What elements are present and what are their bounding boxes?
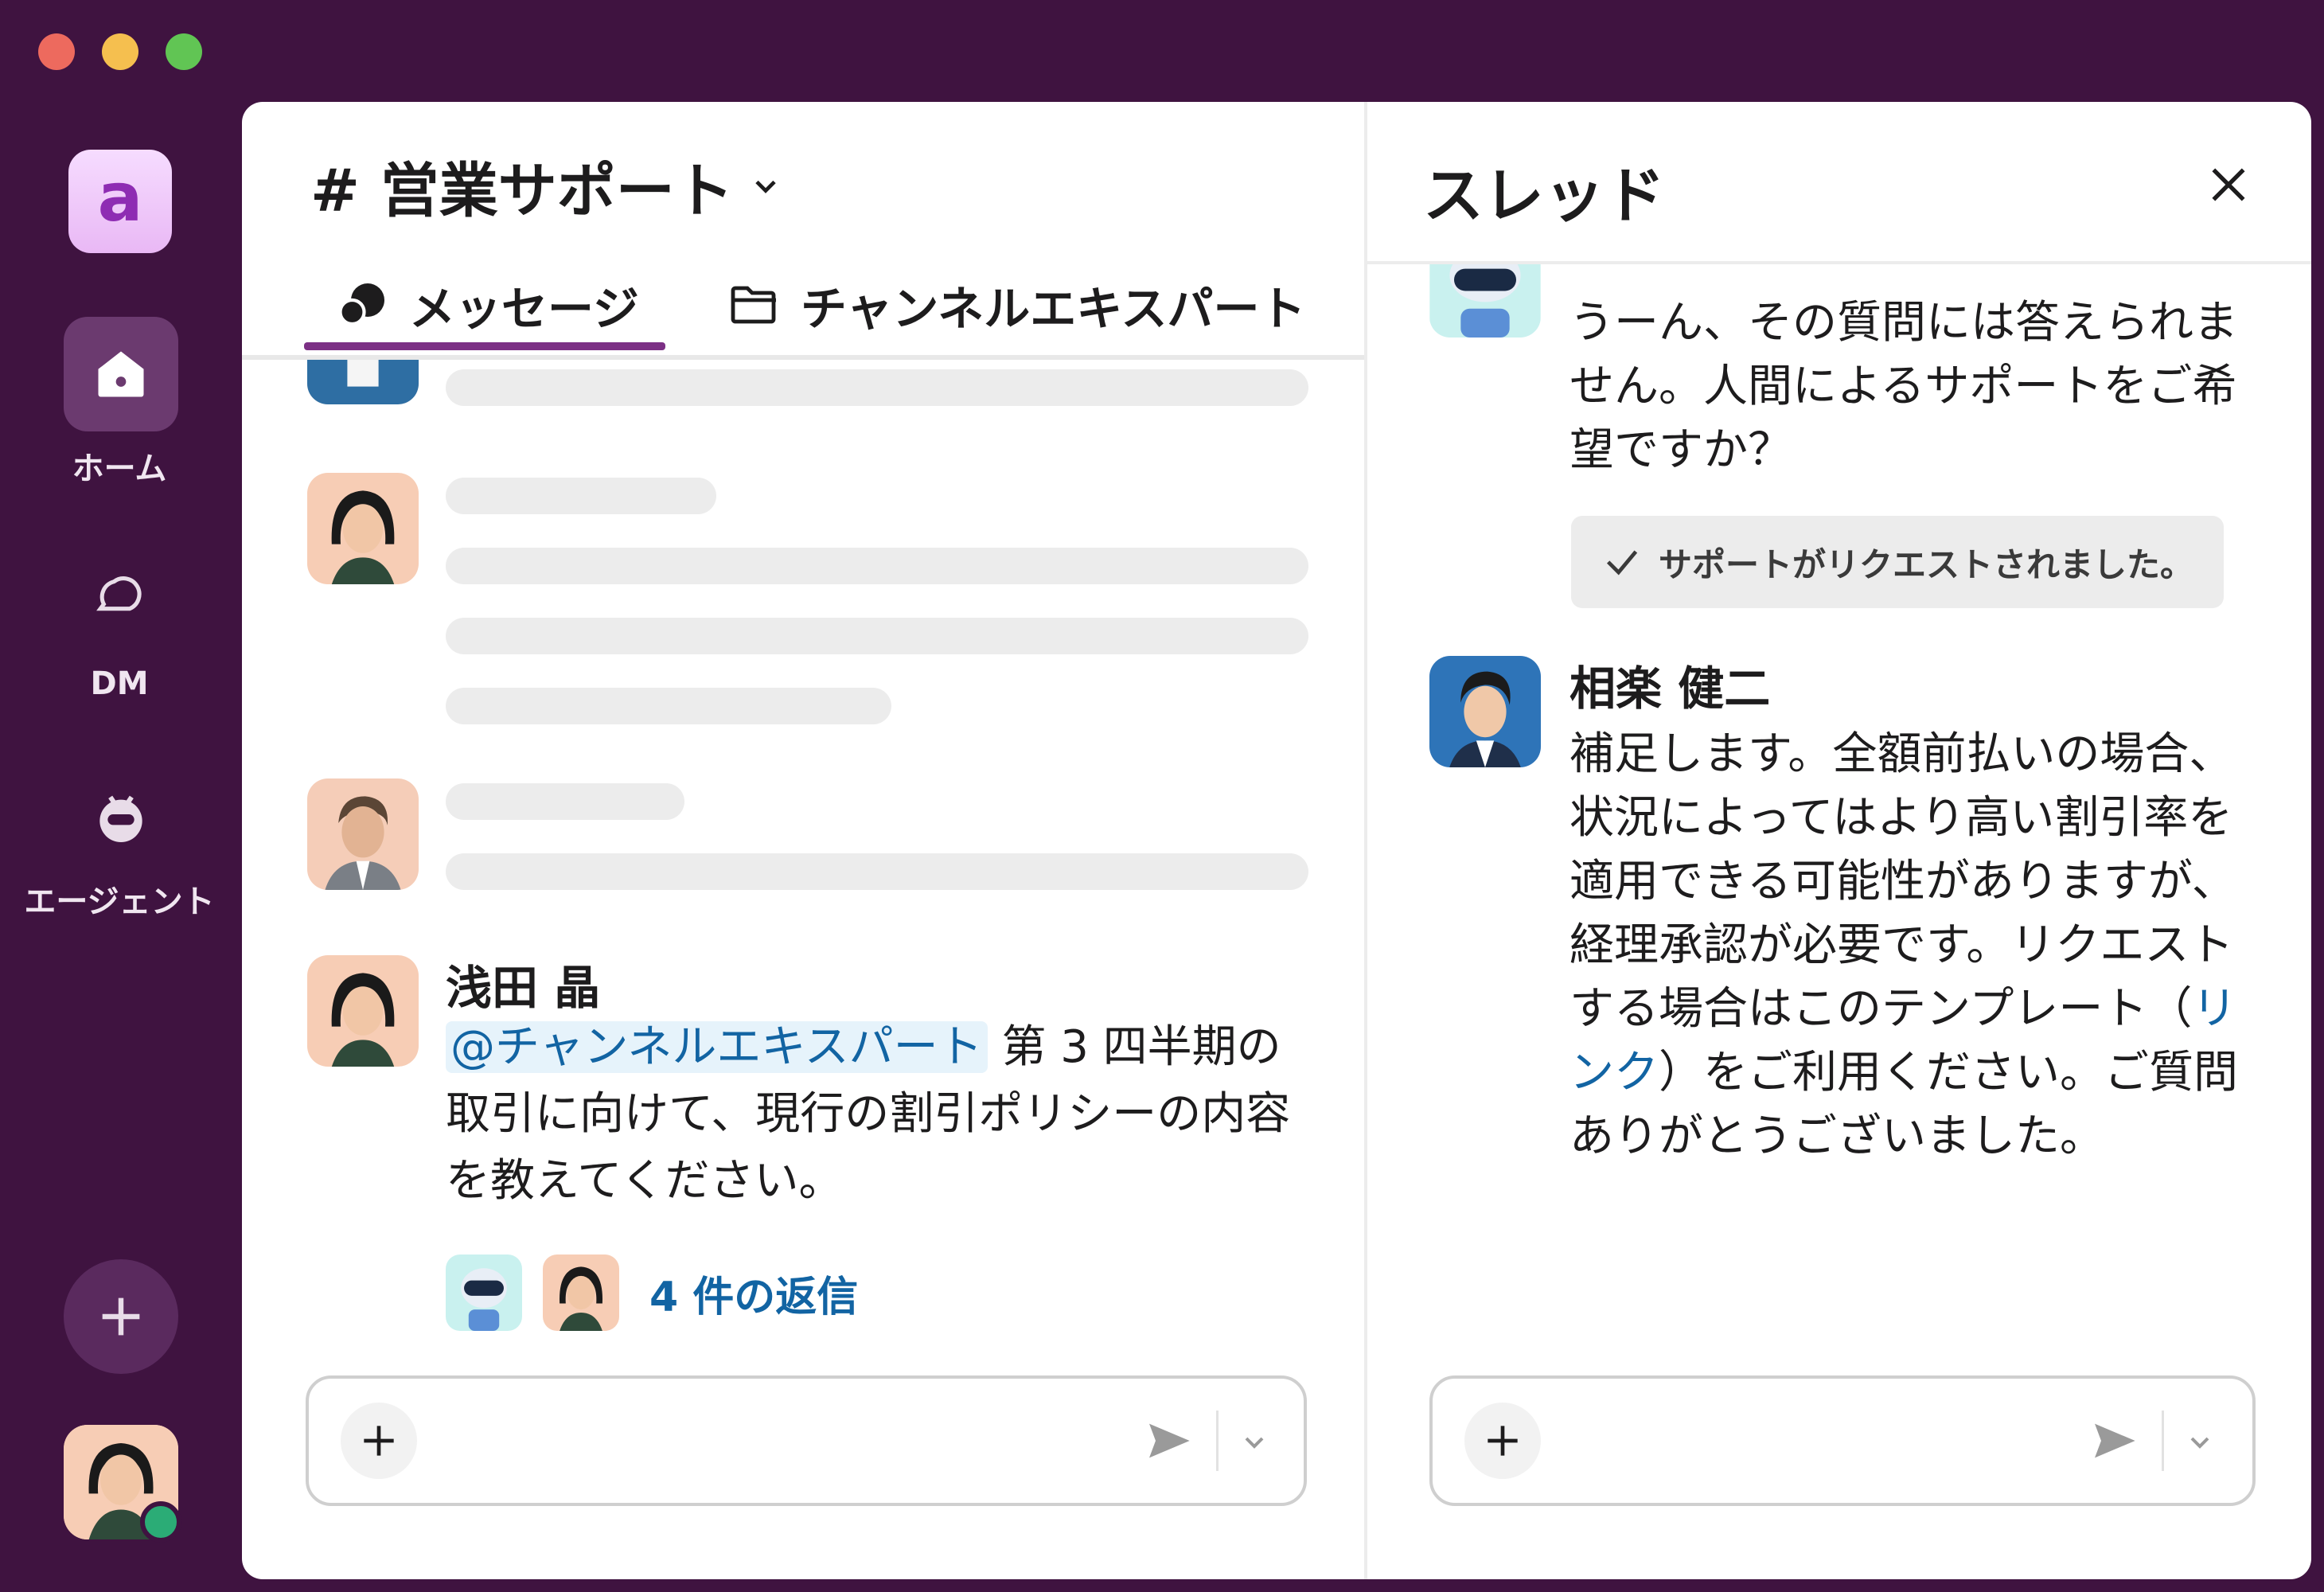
message-composer[interactable] — [306, 1375, 1307, 1506]
tab-channel-expert[interactable]: チャンネルエキスパート — [726, 269, 1306, 341]
thread-composer[interactable] — [1429, 1375, 2256, 1506]
tab-channel-expert-label: チャンネルエキスパート — [801, 282, 1306, 336]
message-author-avatar[interactable] — [307, 955, 419, 1067]
chevron-down-icon[interactable] — [2184, 1426, 2216, 1458]
home-icon — [98, 351, 144, 397]
window-minimize-button[interactable] — [102, 33, 138, 70]
support-requested-label: サポートがリクエストされました。 — [1659, 544, 2194, 584]
main-window: # 営業サポート メッセージ チャンネルエキスパート 浅田 晶 @チャンネルエキ… — [242, 102, 2311, 1579]
reply-author-avatar[interactable] — [1429, 656, 1541, 767]
sidebar-item-dm[interactable] — [88, 562, 154, 629]
channel-title: # 営業サポート — [310, 157, 734, 225]
plus-icon — [1488, 1426, 1518, 1456]
loading-placeholder — [446, 853, 1308, 890]
window-close-button[interactable] — [38, 33, 75, 70]
agent-icon — [99, 795, 142, 842]
plus-icon — [364, 1426, 394, 1456]
thread-replies[interactable]: 4 件の返信 — [446, 1254, 858, 1331]
workspace-logo[interactable]: a — [68, 150, 172, 253]
sidebar-item-dm-label: DM — [90, 665, 149, 702]
reply-avatar-user — [543, 1254, 619, 1331]
loading-placeholder — [446, 478, 716, 514]
loading-placeholder — [446, 548, 1308, 584]
close-icon[interactable] — [2203, 159, 2254, 210]
dm-icon — [96, 576, 142, 611]
folder-icon — [731, 286, 776, 324]
bot-avatar — [1429, 264, 1541, 338]
message-text: @チャンネルエキスパート 第 3 四半期の取引に向けて、現行の割引ポリシーの内容… — [446, 1014, 1313, 1215]
channel-title-button[interactable]: # 営業サポート — [310, 143, 783, 228]
support-requested-status: サポートがリクエストされました。 — [1571, 516, 2225, 608]
channel-pane: # 営業サポート メッセージ チャンネルエキスパート 浅田 晶 @チャンネルエキ… — [242, 102, 1364, 1579]
avatar — [307, 778, 419, 890]
sidebar-item-home-label: ホーム — [72, 451, 167, 487]
thread-title: スレッド — [1423, 160, 1665, 231]
composer-separator — [2162, 1411, 2164, 1471]
loading-placeholder — [446, 688, 891, 724]
bot-message: うーん、その質問には答えられません。人間によるサポートをご希望ですか？ — [1569, 297, 2238, 476]
add-workspace-button[interactable] — [64, 1259, 178, 1374]
composer-separator — [1216, 1411, 1219, 1471]
sidebar-item-agent-label: エージェント — [24, 884, 215, 920]
reply-avatar-bot — [446, 1254, 522, 1331]
active-tab-indicator — [304, 342, 665, 350]
replies-count-link[interactable]: 4 件の返信 — [649, 1263, 858, 1323]
loading-placeholder — [446, 618, 1308, 654]
window-zoom-button[interactable] — [166, 33, 202, 70]
reply-text-before: 補足します。全額前払いの場合、状況によってはより高い割引率を適用できる可能性があ… — [1569, 728, 2236, 1035]
reply-author-name[interactable]: 相楽 健二 — [1569, 651, 1770, 718]
workspace-logo-letter: a — [97, 158, 143, 236]
sidebar-item-home[interactable] — [64, 317, 178, 431]
loading-placeholder — [446, 783, 684, 820]
mention-channel-expert[interactable]: @チャンネルエキスパート — [446, 1021, 988, 1073]
check-icon — [1606, 550, 1638, 576]
chevron-down-icon[interactable] — [1238, 1426, 1270, 1458]
tab-messages[interactable]: メッセージ — [334, 269, 639, 341]
send-icon[interactable] — [1141, 1415, 1195, 1466]
composer-add-button[interactable] — [341, 1403, 417, 1479]
plus-icon — [102, 1297, 140, 1336]
loading-placeholder — [446, 369, 1308, 406]
presence-indicator — [140, 1501, 181, 1543]
user-avatar[interactable] — [64, 1425, 181, 1543]
tab-messages-label: メッセージ — [409, 282, 639, 336]
avatar — [307, 473, 419, 584]
avatar — [307, 360, 419, 404]
messages-icon — [338, 283, 384, 326]
thread-pane: スレッド うーん、その質問には答えられません。人間によるサポートをご希望ですか？… — [1367, 102, 2311, 1579]
message-author-name[interactable]: 浅田 晶 — [446, 950, 600, 1017]
sidebar-item-agent[interactable] — [88, 785, 154, 852]
reply-message: 補足します。全額前払いの場合、状況によってはより高い割引率を適用できる可能性があ… — [1569, 723, 2254, 1169]
reply-text-after: ）をご利用ください。ご質問ありがとうございました。 — [1569, 1047, 2238, 1162]
thread-composer-add-button[interactable] — [1464, 1403, 1541, 1479]
chevron-down-icon — [755, 180, 776, 193]
send-icon[interactable] — [2087, 1415, 2141, 1466]
